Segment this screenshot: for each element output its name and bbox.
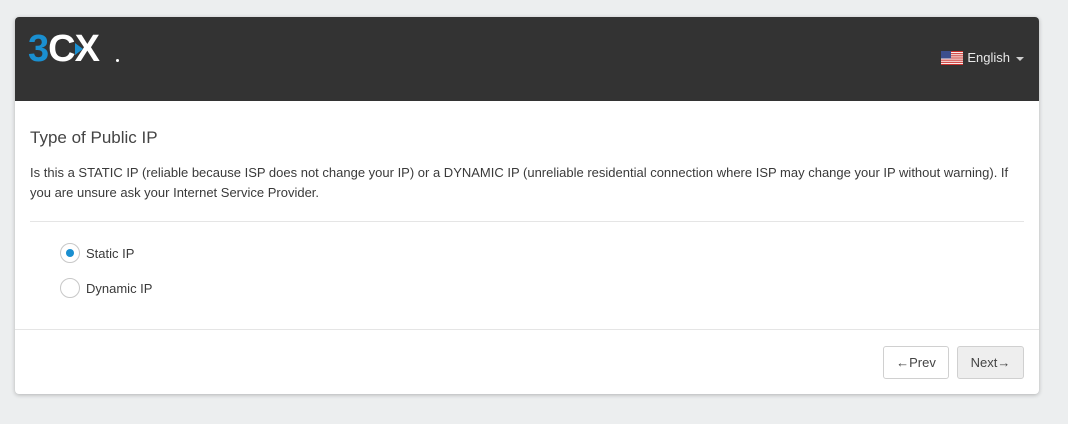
prev-button[interactable]: ←Prev [883, 346, 949, 379]
divider [30, 221, 1024, 222]
static-ip-radio[interactable] [60, 243, 80, 263]
static-ip-option[interactable]: Static IP [60, 243, 134, 263]
page-title: Type of Public IP [30, 128, 158, 147]
3cx-logo: 3CX [28, 29, 119, 69]
language-selector[interactable]: English [941, 50, 1024, 65]
page-description: Is this a STATIC IP (reliable because IS… [30, 165, 1009, 200]
language-label: English [967, 50, 1010, 65]
header-bar: 3CX English [15, 17, 1039, 101]
dynamic-ip-radio[interactable] [60, 278, 80, 298]
footer-divider [15, 329, 1039, 330]
static-ip-label: Static IP [86, 245, 135, 261]
dynamic-ip-label: Dynamic IP [86, 280, 153, 296]
wizard-panel: 3CX English Type of Public IP Is this a … [15, 17, 1039, 394]
next-button[interactable]: Next→ [957, 346, 1024, 379]
dynamic-ip-option[interactable]: Dynamic IP [60, 278, 152, 298]
us-flag-icon [941, 50, 964, 65]
chevron-down-icon [1016, 56, 1024, 61]
